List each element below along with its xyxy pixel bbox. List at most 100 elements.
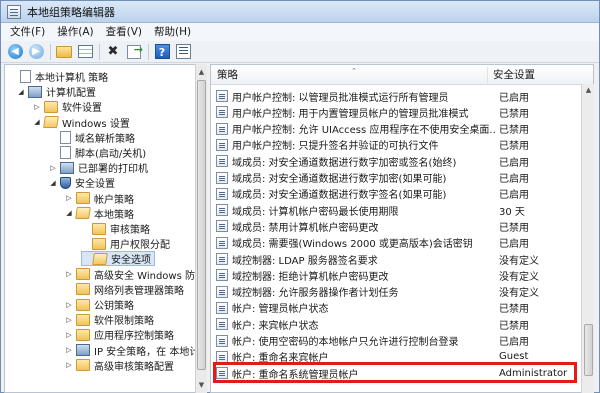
tree-item[interactable]: ▷ 帐户策略 xyxy=(65,191,134,206)
expand-icon[interactable]: ▷ xyxy=(65,361,73,369)
computer-icon xyxy=(28,85,42,98)
policy-icon xyxy=(216,236,228,249)
ip-security-icon xyxy=(76,344,90,357)
scroll-up-icon[interactable]: ▲ xyxy=(197,66,206,78)
toolbar-separator xyxy=(99,43,100,60)
expand-icon[interactable]: ▷ xyxy=(65,270,73,278)
tree-item[interactable]: ▷ 已部署的打印机 xyxy=(49,160,148,175)
back-button[interactable]: ◀ xyxy=(7,44,23,60)
policy-row[interactable]: 域成员: 对安全通道数据进行数字加密或签名(始终) 已启用 xyxy=(211,153,583,169)
forward-button[interactable]: ▶ xyxy=(28,44,44,60)
scroll-thumb[interactable] xyxy=(584,324,593,376)
list-scrollbar[interactable]: ▲ xyxy=(581,84,594,393)
export-list-button[interactable] xyxy=(126,43,143,60)
delete-button[interactable]: ✖ xyxy=(105,44,121,60)
policy-row[interactable]: 域成员: 对安全通道数据进行数字加密(如果可能) 已启用 xyxy=(211,170,583,186)
policy-name: 用户帐户控制: 以管理员批准模式运行所有管理员 xyxy=(232,92,449,104)
tree-item[interactable]: 安全选项 xyxy=(81,251,155,267)
help-button[interactable]: ? xyxy=(154,44,170,60)
column-header-setting[interactable]: 安全设置 xyxy=(487,65,583,85)
tree-item[interactable]: ▷ 高级审核策略配置 xyxy=(65,358,174,373)
tree-item[interactable]: ▷ 应用程序控制策略 xyxy=(65,327,174,342)
tree-item[interactable]: 本地计算机 策略 xyxy=(9,69,108,84)
folder-icon xyxy=(76,283,90,296)
tree-item[interactable]: ▷ 软件限制策略 xyxy=(65,312,154,327)
column-header-policy[interactable]: 策略 xyxy=(211,65,487,85)
security-setting-value: 已启用 xyxy=(499,157,529,169)
policy-icon xyxy=(216,220,228,233)
menu-help[interactable]: 帮助(H) xyxy=(148,23,197,41)
security-setting-value: 已禁用 xyxy=(499,141,529,153)
security-setting-value: 已启用 xyxy=(499,190,529,202)
policy-icon xyxy=(216,106,228,119)
policy-row[interactable]: 域成员: 禁用计算机帐户密码更改 已禁用 xyxy=(211,218,583,234)
policy-icon xyxy=(216,122,228,135)
expand-icon[interactable]: ▷ xyxy=(49,164,57,172)
tree-item[interactable]: ◢ Windows 设置 xyxy=(33,115,130,130)
tree-item[interactable]: 域名解析策略 xyxy=(49,130,135,145)
expand-icon[interactable]: ▷ xyxy=(65,301,73,309)
policy-row[interactable]: 域控制器: 拒绝计算机帐户密码更改 没有定义 xyxy=(211,267,583,283)
tree-item[interactable]: ▷ 公钥策略 xyxy=(65,297,134,312)
policy-name: 域控制器: LDAP 服务器签名要求 xyxy=(232,255,378,267)
menu-bar: 文件(F) 操作(A) 查看(V) 帮助(H) xyxy=(1,23,599,41)
tree-item[interactable]: 用户权限分配 xyxy=(81,236,170,251)
collapse-icon[interactable]: ◢ xyxy=(65,209,73,217)
scroll-up-icon[interactable]: ▲ xyxy=(584,86,593,94)
tree-item[interactable]: 审核策略 xyxy=(81,221,150,236)
app-icon xyxy=(7,4,21,19)
policy-row[interactable]: 域成员: 需要强(Windows 2000 或更高版本)会话密钥 已启用 xyxy=(211,235,583,251)
policy-name: 域成员: 需要强(Windows 2000 或更高版本)会话密钥 xyxy=(232,239,473,251)
expand-icon[interactable]: ▷ xyxy=(65,316,73,324)
help-icon: ? xyxy=(154,44,170,59)
menu-view[interactable]: 查看(V) xyxy=(100,23,148,41)
expand-icon[interactable]: ▷ xyxy=(65,194,73,202)
tree-item[interactable]: ◢ 本地策略 xyxy=(65,206,134,221)
collapse-icon[interactable]: ◢ xyxy=(33,118,41,126)
policy-row[interactable]: 域控制器: 允许服务器操作者计划任务 没有定义 xyxy=(211,284,583,300)
properties-button[interactable] xyxy=(175,44,191,60)
collapse-icon[interactable]: ◢ xyxy=(17,88,25,96)
folder-open-icon xyxy=(43,116,59,129)
tree-item[interactable]: 网络列表管理器策略 xyxy=(65,282,184,297)
policy-icon xyxy=(216,204,228,217)
tree-item[interactable]: ▷ IP 安全策略，在 本地计算 xyxy=(65,343,203,358)
sort-ascending-icon: ⌃ xyxy=(351,67,357,75)
console-tree[interactable]: 本地计算机 策略 ◢ 计算机配置 ▷ 软件设置 ◢ Windows 设置 域名解析策略脚本(启… xyxy=(4,64,204,393)
tree-item[interactable]: ◢ 计算机配置 xyxy=(17,84,96,99)
expand-icon[interactable]: ▷ xyxy=(65,331,73,339)
policy-row[interactable]: 帐户: 使用空密码的本地帐户只允许进行控制台登录 已启用 xyxy=(211,333,583,349)
policy-row[interactable]: 用户帐户控制: 用于内置管理员帐户的管理员批准模式 已禁用 xyxy=(211,104,583,120)
tree-item-label: 审核策略 xyxy=(110,225,150,236)
policy-row[interactable]: 域成员: 计算机帐户密码最长使用期限 30 天 xyxy=(211,202,583,218)
policy-row[interactable]: 帐户: 管理员帐户状态 已禁用 xyxy=(211,300,583,316)
tree-item[interactable]: ◢ 安全设置 xyxy=(49,175,115,190)
tree-item-label: 安全设置 xyxy=(75,179,115,191)
tree-scrollbar[interactable]: ▲ ▼ xyxy=(195,64,207,393)
menu-action[interactable]: 操作(A) xyxy=(51,23,99,41)
tree-item-label: 本地计算机 策略 xyxy=(35,73,109,84)
tree-item-label: Windows 设置 xyxy=(62,118,130,130)
menu-file[interactable]: 文件(F) xyxy=(4,23,51,41)
policy-row[interactable]: 域成员: 对安全通道数据进行数字签名(如果可能) 已启用 xyxy=(211,186,583,202)
tree-item-label: 应用程序控制策略 xyxy=(94,331,174,343)
show-hide-tree-button[interactable] xyxy=(77,44,93,60)
scroll-thumb[interactable] xyxy=(197,80,206,370)
tree-item-label: 脚本(启动/关机) xyxy=(75,149,147,160)
policy-row[interactable]: 用户帐户控制: 以管理员批准模式运行所有管理员 已启用 xyxy=(211,88,583,104)
forward-arrow-icon: ▶ xyxy=(28,44,44,59)
policy-row[interactable]: 域控制器: LDAP 服务器签名要求 没有定义 xyxy=(211,251,583,267)
tree-item[interactable]: ▷ 高级安全 Windows 防火墙 xyxy=(65,267,203,282)
collapse-icon[interactable]: ◢ xyxy=(49,179,57,187)
folder-open-icon xyxy=(92,252,108,265)
up-level-button[interactable] xyxy=(56,44,72,60)
expand-icon[interactable]: ▷ xyxy=(33,103,41,111)
tree-item[interactable]: 脚本(启动/关机) xyxy=(49,145,146,160)
policy-row[interactable]: 帐户: 来宾帐户状态 已禁用 xyxy=(211,316,583,332)
policy-row[interactable]: 用户帐户控制: 只提升签名并验证的可执行文件 已禁用 xyxy=(211,137,583,153)
tree-item[interactable]: ▷ 软件设置 xyxy=(33,99,102,114)
expand-icon[interactable]: ▷ xyxy=(65,346,73,354)
security-setting-value: 已禁用 xyxy=(499,304,529,316)
scroll-down-icon[interactable]: ▼ xyxy=(197,379,206,391)
policy-row[interactable]: 用户帐户控制: 允许 UIAccess 应用程序在不使用安全桌面... 已禁用 xyxy=(211,121,583,137)
